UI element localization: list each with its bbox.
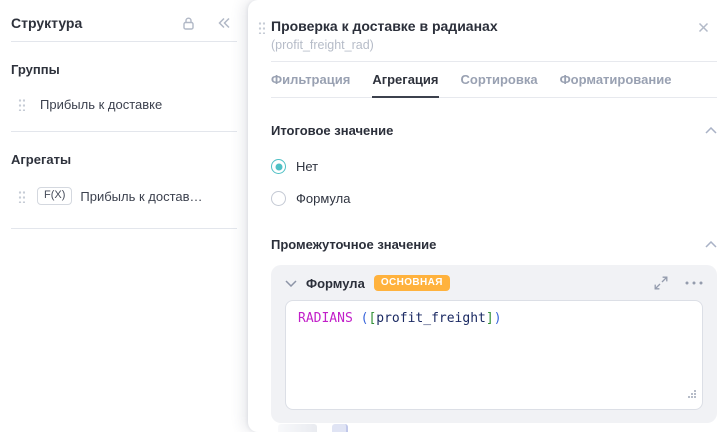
radio-selected-icon[interactable]	[271, 159, 286, 174]
intermediate-value-section-header: Промежуточное значение	[271, 237, 717, 252]
sidebar-section-aggregates: Агрегаты	[11, 152, 248, 167]
collapse-sidebar-icon[interactable]	[217, 17, 231, 29]
drag-handle-icon[interactable]	[18, 190, 25, 203]
tab-filtering[interactable]: Фильтрация	[271, 64, 350, 97]
radio-unselected-icon[interactable]	[271, 191, 286, 206]
tab-bar: Фильтрация Агрегация Сортировка Форматир…	[271, 64, 717, 98]
chevron-up-icon[interactable]	[705, 241, 717, 248]
cutoff-element	[332, 424, 348, 432]
drag-handle-icon[interactable]	[18, 98, 25, 111]
resize-grip-icon[interactable]	[686, 386, 697, 404]
divider	[11, 131, 237, 132]
radio-none-label: Нет	[296, 159, 318, 174]
code-token-bracket-close: ]	[486, 311, 494, 326]
divider	[11, 41, 237, 42]
lock-icon[interactable]	[181, 16, 196, 31]
total-value-section-header: Итоговое значение	[271, 123, 717, 138]
panel-drag-handle-icon[interactable]	[258, 21, 265, 34]
sidebar-section-groups: Группы	[11, 62, 248, 77]
radio-option-none[interactable]: Нет	[271, 159, 717, 174]
aggregate-list-item[interactable]: F(X) Прибыль к достав…	[18, 185, 248, 207]
chevron-down-icon[interactable]	[285, 280, 297, 287]
divider	[11, 228, 237, 229]
structure-sidebar: Структура Группы Приб	[0, 0, 248, 432]
panel-header: Проверка к доставке в радианах	[271, 14, 717, 34]
divider	[271, 61, 717, 62]
app-root: Структура Группы Приб	[0, 0, 725, 432]
code-token-space	[353, 311, 361, 326]
code-token-field: profit_freight	[376, 311, 486, 326]
radio-option-formula[interactable]: Формула	[271, 191, 717, 206]
expand-icon[interactable]	[654, 276, 668, 290]
sidebar-actions	[181, 16, 231, 31]
sidebar-header: Структура	[0, 13, 248, 31]
formula-card-header: Формула ОСНОВНАЯ	[285, 275, 703, 291]
aggregate-item-label: Прибыль к достав…	[80, 189, 202, 204]
code-token-paren-close: )	[494, 311, 502, 326]
close-icon[interactable]	[698, 22, 709, 33]
field-settings-panel: Проверка к доставке в радианах (profit_f…	[248, 0, 725, 432]
group-item-label: Прибыль к доставке	[40, 97, 162, 112]
more-menu-icon[interactable]	[685, 281, 703, 285]
panel-title: Проверка к доставке в радианах	[271, 14, 698, 34]
tab-sorting[interactable]: Сортировка	[461, 64, 538, 97]
code-token-function: RADIANS	[298, 311, 353, 326]
formula-code-line[interactable]: RADIANS ([profit_freight])	[298, 311, 690, 326]
formula-card: Формула ОСНОВНАЯ	[271, 265, 717, 423]
sidebar-title: Структура	[11, 15, 181, 31]
main-formula-badge: ОСНОВНАЯ	[374, 275, 450, 291]
tab-formatting[interactable]: Форматирование	[560, 64, 672, 97]
tab-aggregation[interactable]: Агрегация	[372, 64, 438, 98]
radio-formula-label: Формула	[296, 191, 350, 206]
formula-badge: F(X)	[37, 187, 72, 205]
formula-card-title: Формула	[306, 276, 365, 291]
total-value-title: Итоговое значение	[271, 123, 393, 138]
intermediate-value-title: Промежуточное значение	[271, 237, 436, 252]
group-list-item[interactable]: Прибыль к доставке	[18, 93, 248, 115]
formula-code-editor[interactable]: RADIANS ([profit_freight])	[285, 300, 703, 410]
formula-card-actions	[654, 276, 703, 290]
panel-subtitle: (profit_freight_rad)	[271, 38, 717, 52]
chevron-up-icon[interactable]	[705, 127, 717, 134]
cutoff-element	[278, 424, 317, 432]
